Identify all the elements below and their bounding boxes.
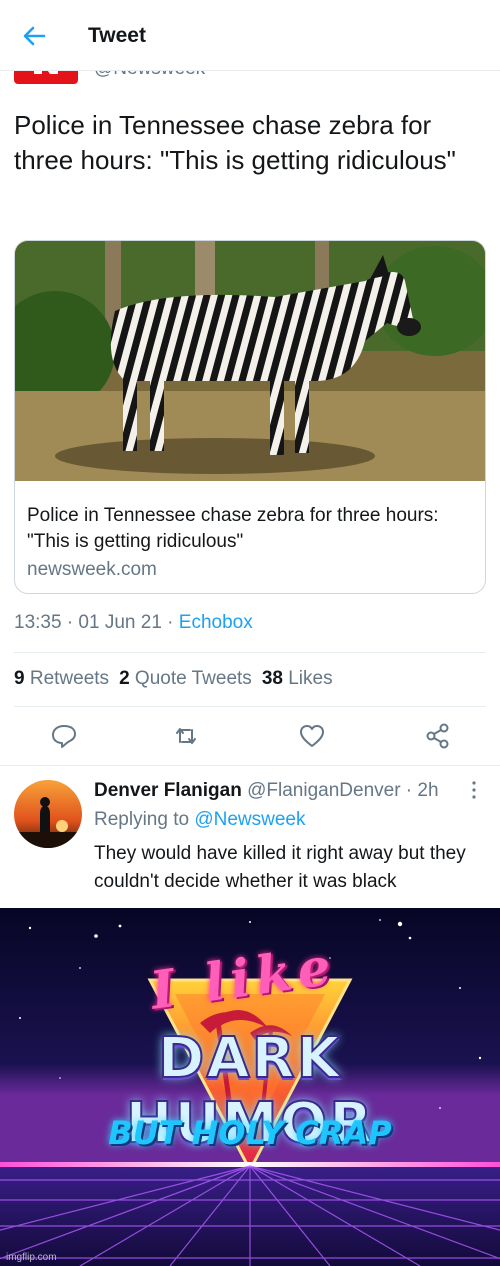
meme-image: I like DARK HUMOR BUT HOLY CRAP imgflip.… [0,908,500,1266]
tweet-text: Police in Tennessee chase zebra for thre… [14,110,456,175]
likes-stat[interactable]: 38 Likes [262,668,333,689]
quotes-label: Quote Tweets [134,668,252,689]
top-bar: Tweet [0,0,500,71]
divider [14,652,486,653]
reply-icon[interactable] [50,722,78,750]
tweet-source[interactable]: Echobox [179,612,253,633]
card-title: Police in Tennessee chase zebra for thre… [27,505,439,552]
retweets-stat[interactable]: 9 Retweets [14,668,109,689]
likes-count: 38 [261,668,283,689]
reply-tweet[interactable]: Denver Flanigan @FlaniganDenver · 2h Rep… [0,765,500,911]
tweet-stats: 9 Retweets 2 Quote Tweets 38 Likes [14,668,333,690]
quotes-count: 2 [119,668,130,689]
zebra-photo [15,241,485,481]
reply-author-handle[interactable]: @FlaniganDenver · 2h [247,780,438,801]
share-icon[interactable] [424,722,452,750]
meme-text-bottom: BUT HOLY CRAP [108,1114,392,1152]
likes-label: Likes [288,668,333,689]
card-domain: newsweek.com [27,559,157,580]
avatar[interactable] [14,780,82,848]
back-arrow-icon[interactable] [20,22,48,50]
like-heart-icon[interactable] [298,722,326,750]
tweet-timestamp: 13:35 · 01 Jun 21 · [14,612,179,633]
retweet-icon[interactable] [172,722,200,750]
replying-to: Replying to @Newsweek [94,809,306,831]
watermark: imgflip.com [6,1252,57,1263]
page-title: Tweet [88,24,146,47]
quotes-stat[interactable]: 2 Quote Tweets [119,668,252,689]
replying-to-label: Replying to [94,809,195,830]
reply-author: Denver Flanigan @FlaniganDenver · 2h [94,780,439,802]
link-card[interactable]: Police in Tennessee chase zebra for thre… [14,240,486,594]
divider [14,706,486,707]
reply-text: They would have killed it right away but… [94,843,466,892]
replying-to-mention[interactable]: @Newsweek [194,809,305,830]
tweet-meta: 13:35 · 01 Jun 21 · Echobox [14,612,253,634]
retweets-label: Retweets [29,668,110,689]
action-bar [0,722,500,752]
retweets-count: 9 [14,668,25,689]
reply-author-name[interactable]: Denver Flanigan [94,780,242,801]
more-options-icon[interactable] [470,780,478,800]
